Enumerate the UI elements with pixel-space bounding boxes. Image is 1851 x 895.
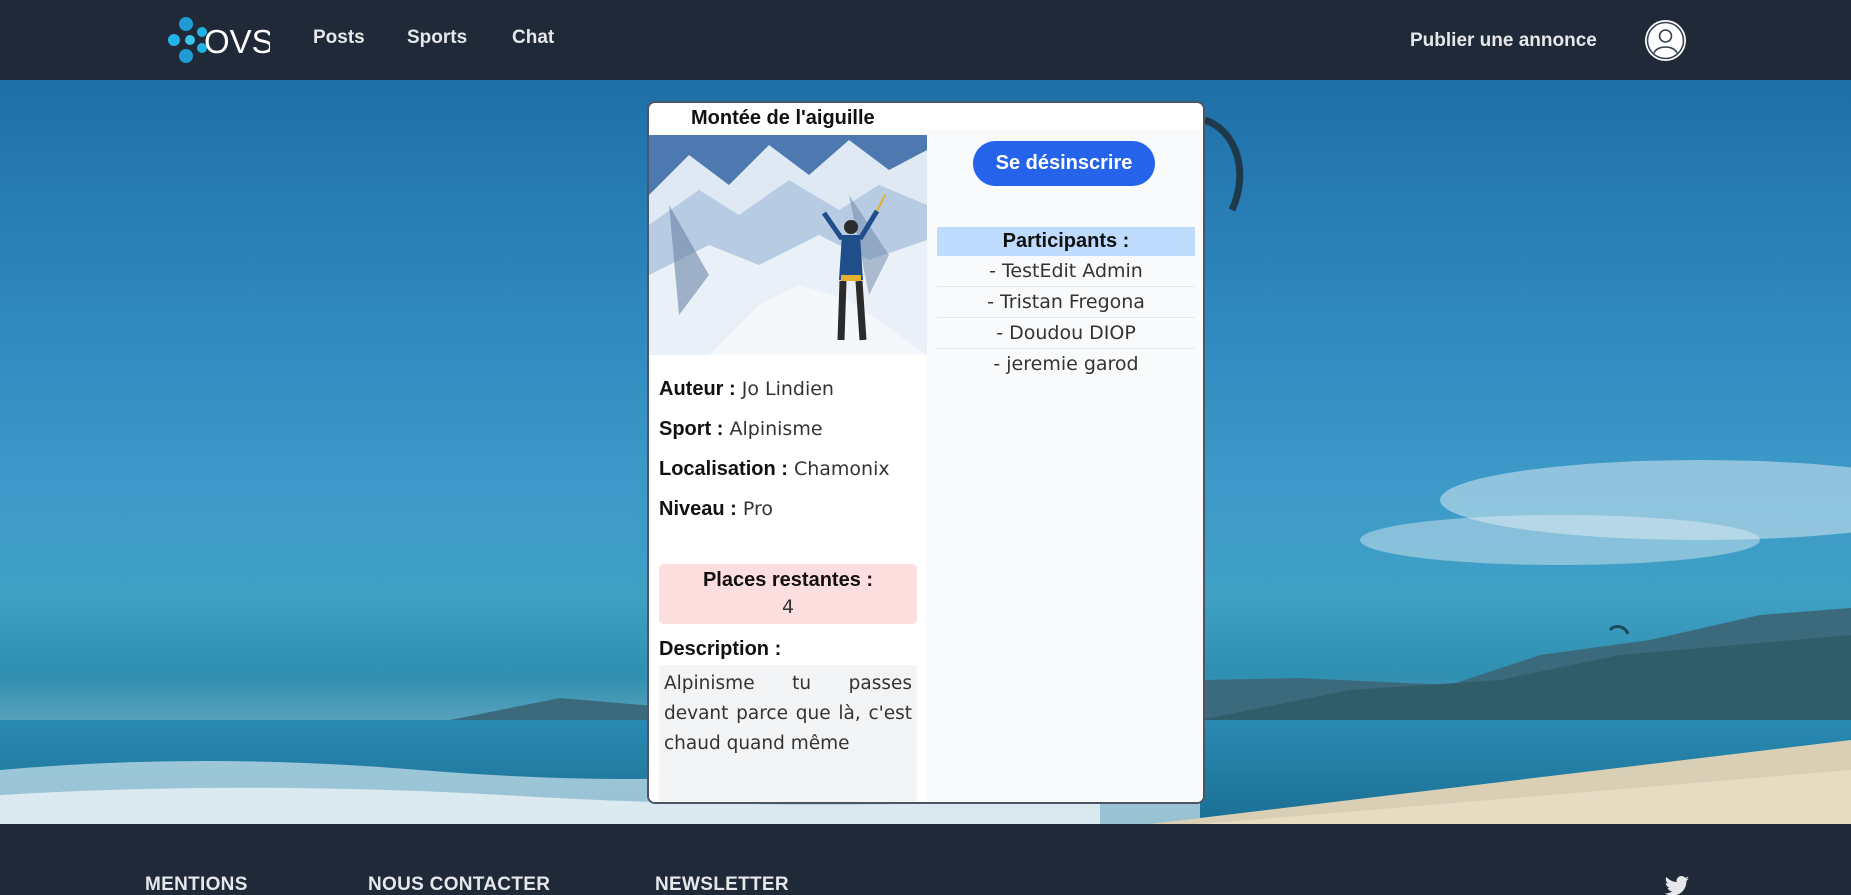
participant-item: - TestEdit Admin — [937, 256, 1195, 287]
sport-value: Alpinisme — [729, 418, 823, 440]
participants-column: Se désinscrire Participants : - TestEdit… — [927, 129, 1203, 802]
description-text: Alpinisme tu passes devant parce que là,… — [659, 665, 917, 802]
user-avatar-button[interactable] — [1645, 20, 1686, 61]
location-value: Chamonix — [793, 458, 890, 480]
sport-row: Sport : Alpinisme — [659, 418, 823, 441]
description-label: Description : — [659, 638, 782, 660]
level-value: Pro — [742, 498, 774, 520]
unsubscribe-button[interactable]: Se désinscrire — [973, 141, 1155, 186]
places-remaining-box: Places restantes : 4 — [659, 564, 917, 624]
footer-mentions-heading[interactable]: MENTIONS — [145, 874, 248, 895]
location-row: Localisation : Chamonix — [659, 458, 890, 481]
location-label: Localisation : — [659, 458, 788, 480]
svg-text:OVS: OVS — [204, 23, 270, 60]
author-value: Jo Lindien — [741, 378, 834, 400]
author-row: Auteur : Jo Lindien — [659, 378, 834, 401]
participant-item: - Doudou DIOP — [937, 318, 1195, 349]
user-icon — [1646, 21, 1685, 60]
footer — [0, 824, 1851, 895]
post-photo — [649, 135, 927, 355]
places-label: Places restantes : — [702, 569, 874, 591]
footer-newsletter-heading[interactable]: NEWSLETTER — [655, 874, 789, 895]
nav-sports[interactable]: Sports — [407, 27, 467, 49]
participants-header: Participants : — [937, 227, 1195, 256]
level-row: Niveau : Pro — [659, 498, 773, 521]
post-info-column: Auteur : Jo Lindien Sport : Alpinisme Lo… — [649, 133, 927, 802]
participant-item: - jeremie garod — [993, 353, 1139, 375]
twitter-icon[interactable] — [1663, 876, 1691, 895]
ovs-logo-icon: OVS — [168, 17, 274, 63]
nav-posts[interactable]: Posts — [313, 27, 365, 49]
author-label: Auteur : — [659, 378, 736, 400]
participants-list: - TestEdit Admin - Tristan Fregona - Dou… — [937, 256, 1195, 380]
publish-ad-link[interactable]: Publier une annonce — [1410, 30, 1597, 52]
logo[interactable]: OVS — [164, 14, 274, 66]
post-title: Montée de l'aiguille — [691, 107, 875, 129]
top-navbar: OVS Posts Sports Chat Publier une annonc… — [0, 0, 1851, 80]
level-label: Niveau : — [659, 498, 737, 520]
participant-item: - Tristan Fregona — [937, 287, 1195, 318]
mountaineer-image — [649, 135, 927, 355]
nav-chat[interactable]: Chat — [512, 27, 554, 49]
footer-contact-heading[interactable]: NOUS CONTACTER — [368, 874, 550, 895]
places-count: 4 — [781, 596, 795, 618]
post-detail-card: Montée de l'aiguille Auteur: Jo Lindien… — [647, 101, 1205, 804]
sport-label: Sport : — [659, 418, 724, 440]
